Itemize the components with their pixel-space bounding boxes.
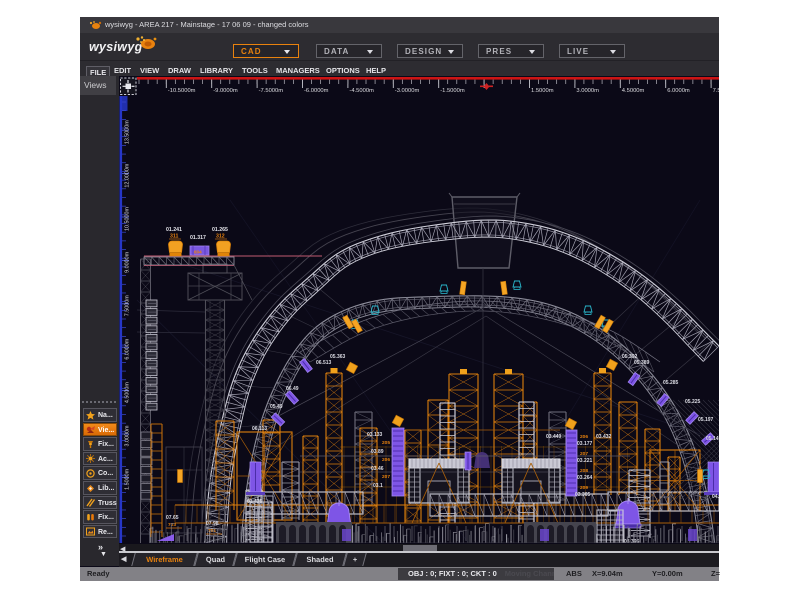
svg-text:12.0000m: 12.0000m [125,163,131,187]
svg-text:207: 207 [382,474,390,480]
svg-text:1.5000m: 1.5000m [125,468,131,489]
svg-text:03.264: 03.264 [577,475,593,481]
svg-text:05.389: 05.389 [634,360,650,366]
svg-text:06.113: 06.113 [252,426,267,432]
svg-text:05.49: 05.49 [270,404,283,410]
svg-text:6.0000m: 6.0000m [125,338,131,359]
svg-text:04.2: 04.2 [712,494,719,500]
svg-text:03.305: 03.305 [575,492,591,498]
svg-text:05.363: 05.363 [330,354,346,360]
svg-text:205: 205 [382,440,390,446]
svg-text:-9.0000m: -9.0000m [213,88,238,94]
svg-text:3.0000m: 3.0000m [125,425,131,446]
svg-text:03.89: 03.89 [371,449,384,455]
svg-text:05.145: 05.145 [706,436,719,442]
svg-text:-1.5000m: -1.5000m [440,88,465,94]
svg-text:-10.5000m: -10.5000m [168,88,196,94]
svg-text:-4.5000m: -4.5000m [349,88,374,94]
svg-text:01.241: 01.241 [166,227,182,233]
svg-text:-7.5000m: -7.5000m [259,88,284,94]
svg-text:10.5000m: 10.5000m [125,207,131,231]
svg-text:03.221: 03.221 [577,458,593,464]
svg-text:01.317: 01.317 [190,235,206,241]
svg-text:208: 208 [580,468,588,474]
svg-text:4.5000m: 4.5000m [125,382,131,403]
svg-text:1.5000m: 1.5000m [531,88,554,94]
svg-text:-3.0000m: -3.0000m [395,88,420,94]
svg-text:06.49: 06.49 [286,386,299,392]
svg-text:4.5000m: 4.5000m [622,88,645,94]
svg-text:311: 311 [170,234,178,240]
svg-text:01.265: 01.265 [212,227,228,233]
svg-text:03.1: 03.1 [373,483,383,489]
svg-text:703: 703 [168,522,176,528]
svg-text:03.133: 03.133 [367,432,383,438]
svg-text:7.5000m: 7.5000m [713,88,719,94]
svg-text:312: 312 [216,234,225,240]
svg-text:03.432: 03.432 [596,434,612,440]
svg-text:3.0000m: 3.0000m [576,88,599,94]
svg-text:209: 209 [580,485,588,491]
svg-text:7.5000m: 7.5000m [125,295,131,316]
svg-text:-6.0000m: -6.0000m [304,88,329,94]
svg-text:206: 206 [580,434,588,440]
svg-text:13.5000m: 13.5000m [125,120,131,144]
svg-text:207: 207 [580,451,588,457]
svg-text:07.65: 07.65 [166,515,179,521]
svg-text:604: 604 [194,250,202,255]
svg-text:03.449: 03.449 [546,434,562,440]
svg-text:206: 206 [382,457,390,463]
svg-text:9.0000m: 9.0000m [125,251,131,272]
svg-text:03.177: 03.177 [577,441,593,447]
svg-text:07.98: 07.98 [206,521,219,527]
svg-text:05.285: 05.285 [663,380,679,386]
svg-text:05.225: 05.225 [685,399,701,405]
svg-text:6.0000m: 6.0000m [667,88,690,94]
svg-text:05.197: 05.197 [698,417,714,423]
svg-text:03.46: 03.46 [371,466,384,472]
svg-text:06.513: 06.513 [316,360,332,366]
